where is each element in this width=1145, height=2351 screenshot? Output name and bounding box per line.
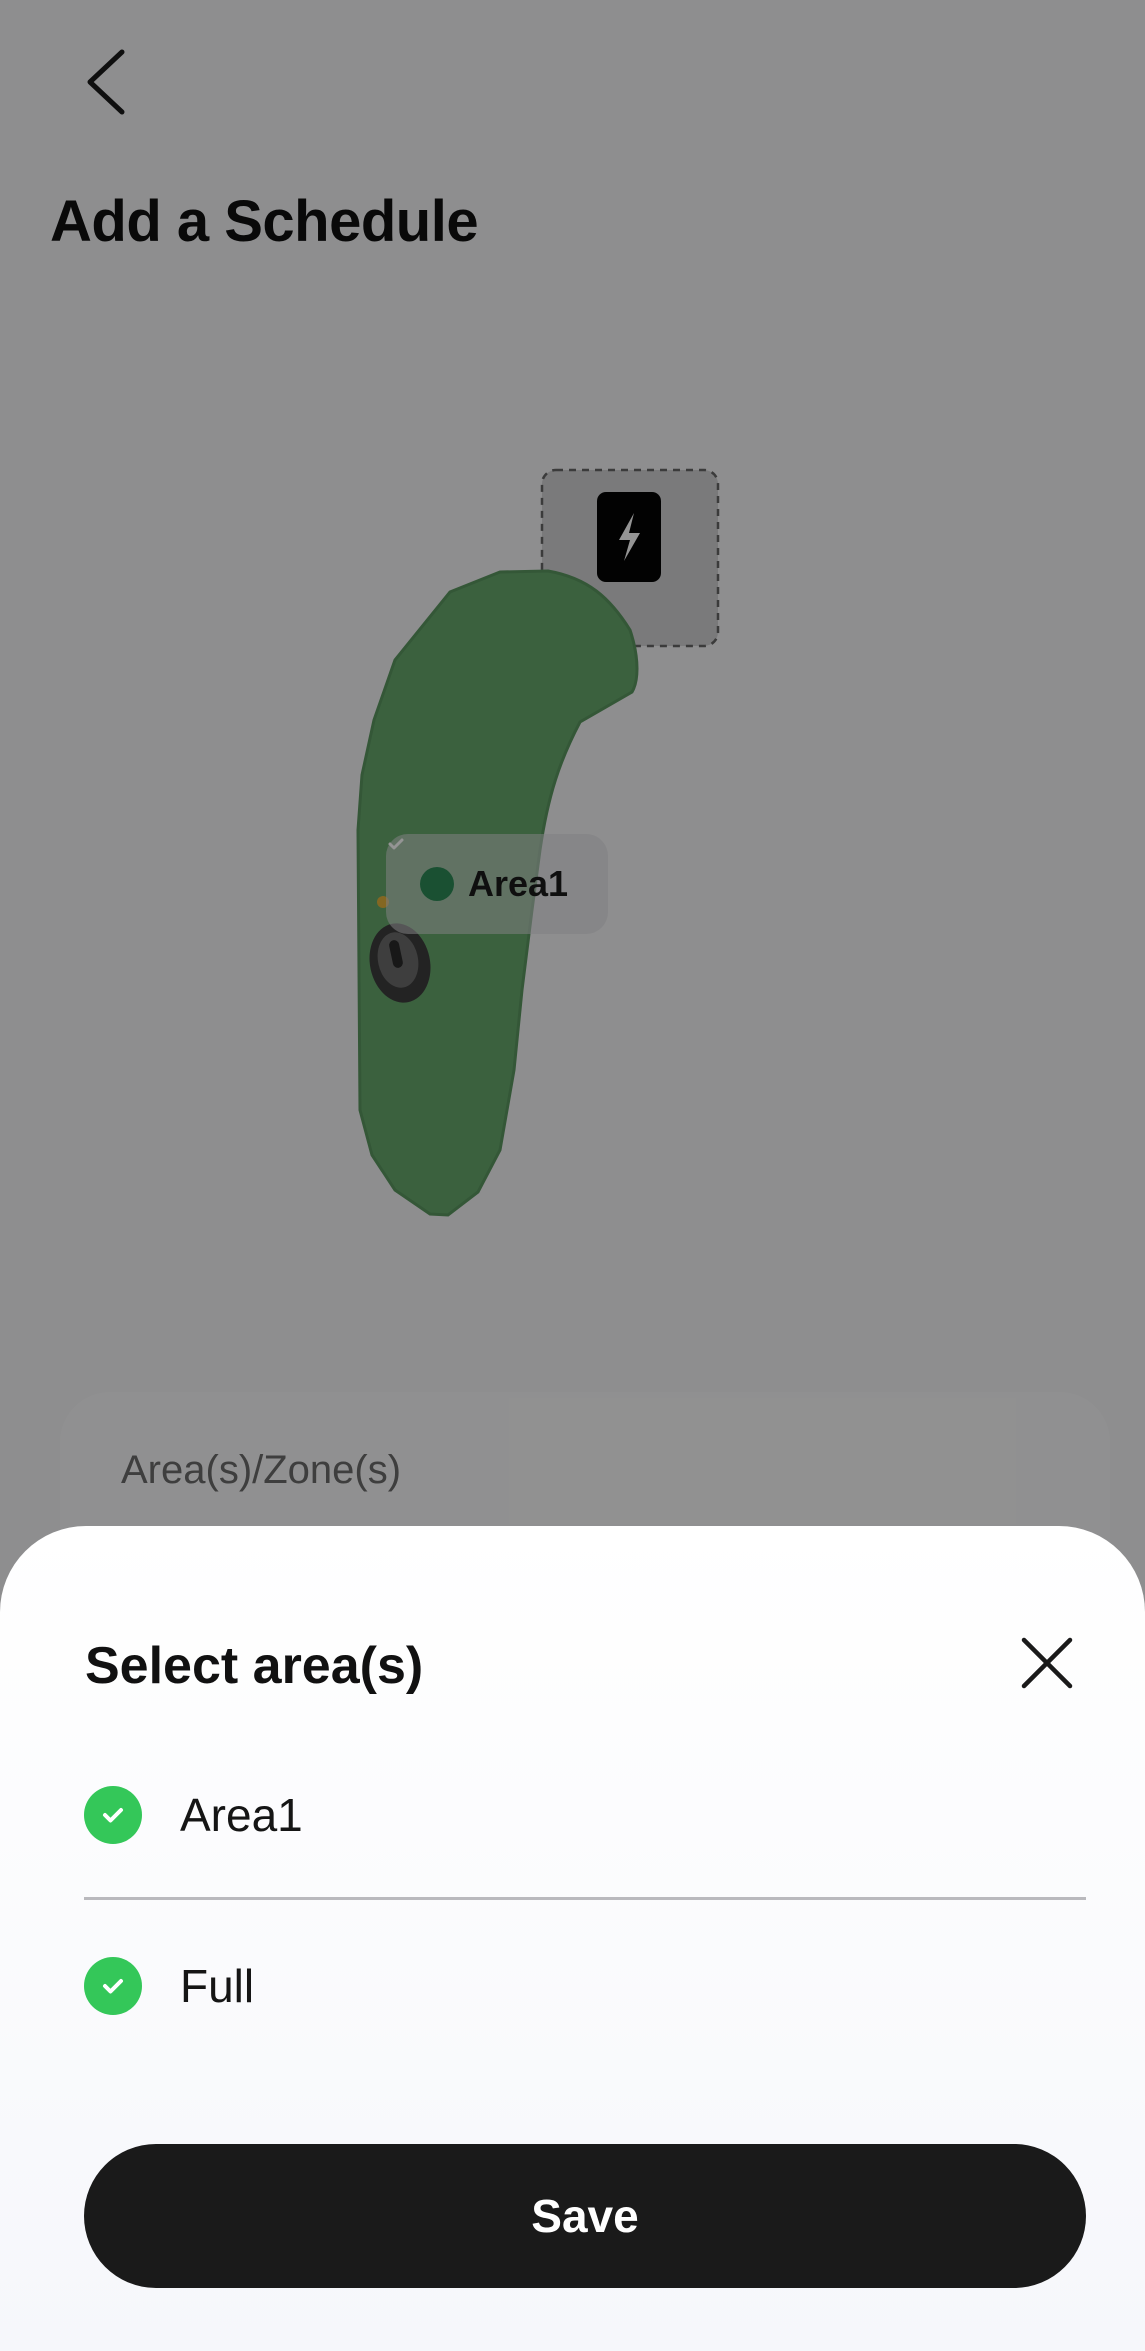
select-area-sheet: Select area(s) Area1 Full Save: [0, 1526, 1145, 2351]
option-full[interactable]: Full: [84, 1931, 1084, 2041]
close-button[interactable]: [1016, 1632, 1078, 1694]
divider: [84, 1897, 1086, 1900]
save-button[interactable]: Save: [84, 2144, 1086, 2288]
option-area1[interactable]: Area1: [84, 1760, 1084, 1870]
close-icon: [1021, 1637, 1073, 1689]
check-icon[interactable]: [84, 1786, 142, 1844]
check-icon[interactable]: [84, 1957, 142, 2015]
option-label: Area1: [180, 1789, 303, 1841]
option-label: Full: [180, 1960, 255, 2012]
sheet-title: Select area(s): [85, 1637, 424, 1695]
